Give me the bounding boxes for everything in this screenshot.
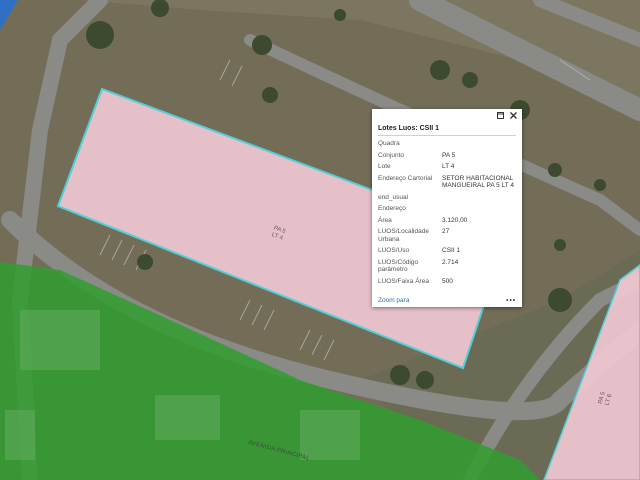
attribute-row: Quadra <box>378 140 516 148</box>
attribute-value <box>442 194 516 202</box>
attribute-key: end_usual <box>378 193 408 201</box>
attribute-key: Endereço Cartorial <box>378 174 433 182</box>
attribute-value: PA 5 <box>442 151 456 159</box>
popup-footer: Zoom para ••• <box>378 297 516 304</box>
attribute-value: CSII 1 <box>442 247 461 254</box>
attribute-value: 500 <box>442 277 453 285</box>
attribute-value: 3.120,00 <box>442 216 468 224</box>
popup-toolbar <box>372 109 522 122</box>
attribute-key: LUOS/Código parâmetro <box>378 258 419 274</box>
attribute-row: LUOS/Uso CSII 1 <box>378 247 516 255</box>
attribute-row: Lote LT 4 <box>378 163 516 171</box>
attribute-value: SETOR HABITACIONAL MANGUEIRAL PA 5 LT 4 <box>442 174 515 190</box>
attribute-key: LUOS/Faixa Área <box>378 277 429 285</box>
attribute-row: Endereço <box>378 205 516 213</box>
attribute-key: LUOS/Localidade Urbana <box>378 228 429 243</box>
more-options-icon[interactable]: ••• <box>506 297 516 304</box>
zoom-to-link[interactable]: Zoom para <box>378 297 409 304</box>
map-canvas[interactable] <box>0 0 640 480</box>
attribute-value: 27 <box>442 228 450 235</box>
attribute-value: LT 4 <box>442 163 455 170</box>
attribute-key: LUOS/Uso <box>378 247 410 254</box>
popup-attributes: Quadra Conjunto PA 5 Lote LT 4 Endereço Ca… <box>372 136 522 285</box>
popup-title: Lotes Luos: CSII 1 <box>378 122 516 136</box>
attribute-row: end_usual <box>378 194 516 202</box>
attribute-value: 2.714 <box>442 258 459 266</box>
attribute-row: Área 3.120,00 <box>378 217 516 225</box>
maximize-icon[interactable] <box>496 111 505 120</box>
attribute-row: Endereço Cartorial SETOR HABITACIONAL MAN… <box>378 175 516 190</box>
close-icon[interactable] <box>509 111 518 120</box>
attribute-key: Lote <box>378 163 391 170</box>
attribute-value <box>442 205 516 213</box>
attribute-value <box>442 140 516 148</box>
attribute-row: Conjunto PA 5 <box>378 152 516 160</box>
attribute-key: Quadra <box>378 140 400 147</box>
attribute-row: LUOS/Código parâmetro 2.714 <box>378 259 516 274</box>
attribute-key: Endereço <box>378 205 406 212</box>
feature-popup: Lotes Luos: CSII 1 Quadra Conjunto PA 5 L… <box>372 109 522 307</box>
attribute-key: Área <box>378 216 392 224</box>
attribute-row: LUOS/Faixa Área 500 <box>378 278 516 286</box>
attribute-row: LUOS/Localidade Urbana 27 <box>378 228 516 243</box>
attribute-key: Conjunto <box>378 151 405 159</box>
